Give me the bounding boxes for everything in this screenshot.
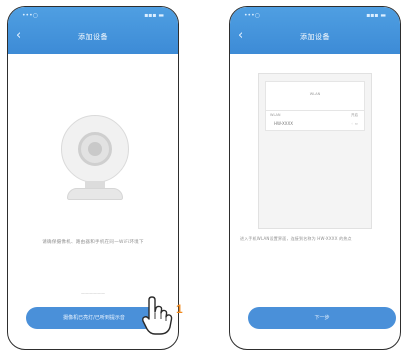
- status-left: •••○: [22, 12, 38, 19]
- next-step-button[interactable]: 下一步: [248, 307, 396, 329]
- wifi-signal-icon: ◦ ≈: [351, 121, 358, 126]
- next-step-button-label: 下一步: [314, 315, 330, 321]
- header-bar: •••○ ▪▪▪ ▬ ‹ 添加设备: [230, 7, 400, 54]
- mockup-network-list: WLAN 开启 HW-XXXX ◦ ≈: [265, 111, 365, 131]
- mockup-wlan-toggle-text: 开启: [351, 113, 358, 117]
- pointing-hand-icon: [142, 296, 173, 335]
- camera-lens-ring: [78, 132, 112, 166]
- phone-screen-2: •••○ ▪▪▪ ▬ ‹ 添加设备 WLAN WLAN 开启 HW-XXXX ◦…: [229, 6, 401, 350]
- mockup-wlan-label: WLAN: [270, 113, 281, 117]
- header-bar: •••○ ▪▪▪ ▬ ‹ 添加设备: [8, 7, 178, 54]
- step-number-marker: 1: [176, 302, 183, 316]
- wifi-connect-hint: 进入手机WLAN设置界面，连接到名称为 HW-XXXX 的热点: [240, 236, 352, 241]
- status-bar: •••○ ▪▪▪ ▬: [240, 12, 390, 21]
- confirm-light-button-label: 摄像机已亮灯/已听到提示音: [63, 315, 125, 321]
- mockup-title: WLAN: [309, 92, 321, 96]
- wlan-settings-mockup: WLAN WLAN 开启 HW-XXXX ◦ ≈: [258, 73, 372, 229]
- mockup-header: WLAN: [265, 81, 365, 111]
- camera-base: [67, 188, 123, 200]
- status-right: ▪▪▪ ▬: [144, 12, 164, 19]
- page-title: 添加设备: [78, 33, 108, 41]
- camera-lens-icon: [88, 142, 102, 156]
- status-bar: •••○ ▪▪▪ ▬: [18, 12, 168, 21]
- camera-illustration: [57, 115, 133, 203]
- network-hint-text: 请确保摄像机、路由器和手机在同一WiFi环境下: [42, 240, 144, 245]
- page-title: 添加设备: [300, 33, 330, 41]
- mockup-device-name: HW-XXXX: [274, 121, 294, 126]
- camera-head: [61, 115, 129, 183]
- status-left: •••○: [244, 12, 260, 19]
- status-right: ▪▪▪ ▬: [366, 12, 386, 19]
